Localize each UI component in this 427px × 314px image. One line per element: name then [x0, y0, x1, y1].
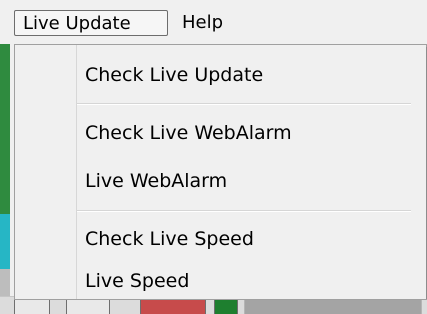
background-shape	[66, 299, 110, 314]
background-shape	[140, 299, 206, 314]
menu-item-check-live-webalarm[interactable]: Check Live WebAlarm	[85, 117, 292, 149]
menu-separator	[77, 103, 411, 105]
background-shape	[14, 299, 50, 314]
menu-icon-gutter	[15, 45, 77, 299]
background-shape	[214, 299, 238, 314]
live-update-dropdown: Check Live Update Check Live WebAlarm Li…	[14, 44, 427, 300]
menu-bar: Live Update Help	[0, 0, 427, 44]
menu-item-check-live-update[interactable]: Check Live Update	[85, 59, 263, 91]
menu-help[interactable]: Help	[176, 10, 238, 36]
background-shape	[244, 299, 422, 314]
menu-item-live-speed[interactable]: Live Speed	[85, 265, 189, 297]
menu-separator	[77, 210, 411, 212]
menu-live-update[interactable]: Live Update	[14, 10, 168, 36]
screen: Live Update Help Check Live Update Check…	[0, 0, 427, 314]
menu-item-live-webalarm[interactable]: Live WebAlarm	[85, 165, 227, 197]
menu-item-check-live-speed[interactable]: Check Live Speed	[85, 223, 254, 255]
background-left-strip	[0, 44, 10, 314]
